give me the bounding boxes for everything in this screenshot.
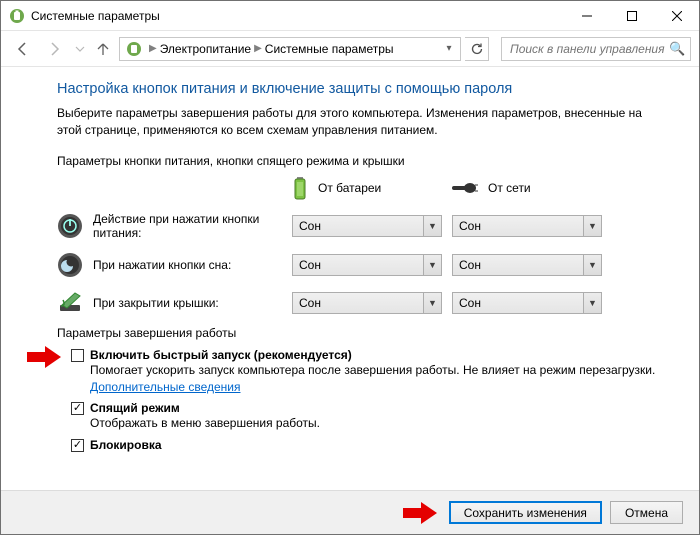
breadcrumb-item[interactable]: Электропитание bbox=[160, 42, 251, 56]
chevron-right-icon[interactable]: ▶ bbox=[254, 43, 262, 54]
checkbox-lock[interactable]: ✓ bbox=[71, 439, 84, 452]
forward-button[interactable] bbox=[41, 35, 69, 63]
checkbox-sleep[interactable]: ✓ bbox=[71, 402, 84, 415]
save-button[interactable]: Сохранить изменения bbox=[449, 501, 602, 524]
content-area: Настройка кнопок питания и включение защ… bbox=[1, 67, 699, 452]
power-button-icon bbox=[57, 213, 83, 239]
sleep-button-icon bbox=[57, 252, 83, 278]
option-label: Включить быстрый запуск (рекомендуется) bbox=[90, 348, 352, 362]
chevron-down-icon[interactable]: ▾ bbox=[440, 43, 458, 54]
option-label: Спящий режим bbox=[90, 401, 180, 415]
highlight-arrow-icon bbox=[27, 346, 61, 368]
combo-sleep-battery[interactable]: Сон▼ bbox=[292, 254, 442, 276]
chevron-down-icon: ▼ bbox=[583, 255, 601, 275]
search-icon[interactable]: 🔍 bbox=[669, 41, 685, 57]
combo-sleep-ac[interactable]: Сон▼ bbox=[452, 254, 602, 276]
combo-lid-ac[interactable]: Сон▼ bbox=[452, 292, 602, 314]
highlight-arrow-icon bbox=[403, 502, 437, 524]
learn-more-link[interactable]: Дополнительные сведения bbox=[90, 380, 240, 394]
cancel-button[interactable]: Отмена bbox=[610, 501, 683, 524]
maximize-button[interactable] bbox=[609, 1, 654, 31]
laptop-lid-icon bbox=[57, 290, 83, 316]
titlebar: Системные параметры bbox=[1, 1, 699, 31]
chevron-down-icon: ▼ bbox=[423, 293, 441, 313]
combo-power-battery[interactable]: Сон▼ bbox=[292, 215, 442, 237]
page-heading: Настройка кнопок питания и включение защ… bbox=[57, 81, 667, 97]
combo-lid-battery[interactable]: Сон▼ bbox=[292, 292, 442, 314]
page-description: Выберите параметры завершения работы для… bbox=[57, 105, 667, 140]
refresh-button[interactable] bbox=[465, 37, 489, 61]
search-input[interactable] bbox=[508, 41, 669, 57]
chevron-right-icon[interactable]: ▶ bbox=[149, 43, 157, 54]
column-header-battery: От батареи bbox=[292, 176, 452, 200]
navbar: ▶ Электропитание ▶ Системные параметры ▾… bbox=[1, 31, 699, 67]
power-options-icon bbox=[9, 8, 25, 24]
row-label-text: При закрытии крышки: bbox=[93, 296, 219, 310]
recent-dropdown[interactable] bbox=[73, 35, 87, 63]
back-button[interactable] bbox=[9, 35, 37, 63]
option-label: Блокировка bbox=[90, 438, 162, 452]
row-power-button: Действие при нажатии кнопки питания: bbox=[57, 212, 292, 240]
option-fast-startup: Включить быстрый запуск (рекомендуется) … bbox=[71, 348, 667, 396]
column-label: От сети bbox=[488, 181, 531, 195]
plug-icon bbox=[452, 181, 478, 195]
row-label-text: Действие при нажатии кнопки питания: bbox=[93, 212, 292, 240]
option-lock: ✓ Блокировка bbox=[71, 438, 667, 452]
power-settings-grid: От батареи От сети Действие при нажатии … bbox=[57, 176, 667, 316]
column-header-ac: От сети bbox=[452, 181, 612, 195]
chevron-down-icon: ▼ bbox=[423, 255, 441, 275]
option-description: Помогает ускорить запуск компьютера посл… bbox=[90, 362, 667, 396]
row-lid-close: При закрытии крышки: bbox=[57, 290, 292, 316]
column-label: От батареи bbox=[318, 181, 381, 195]
combo-power-ac[interactable]: Сон▼ bbox=[452, 215, 602, 237]
breadcrumb[interactable]: ▶ Электропитание ▶ Системные параметры ▾ bbox=[119, 37, 461, 61]
shutdown-section: Параметры завершения работы Включить быс… bbox=[57, 326, 667, 452]
option-sleep: ✓ Спящий режим Отображать в меню заверше… bbox=[71, 401, 667, 432]
chevron-down-icon: ▼ bbox=[583, 216, 601, 236]
checkbox-fast-startup[interactable] bbox=[71, 349, 84, 362]
search-box[interactable]: 🔍 bbox=[501, 37, 691, 61]
window-title: Системные параметры bbox=[31, 9, 564, 23]
close-button[interactable] bbox=[654, 1, 699, 31]
chevron-down-icon: ▼ bbox=[423, 216, 441, 236]
footer: Сохранить изменения Отмена bbox=[1, 490, 699, 534]
section-title-buttons: Параметры кнопки питания, кнопки спящего… bbox=[57, 154, 667, 168]
up-button[interactable] bbox=[91, 35, 115, 63]
option-description: Отображать в меню завершения работы. bbox=[90, 415, 667, 432]
battery-icon bbox=[292, 176, 308, 200]
section-title-shutdown: Параметры завершения работы bbox=[57, 326, 667, 340]
minimize-button[interactable] bbox=[564, 1, 609, 31]
breadcrumb-item[interactable]: Системные параметры bbox=[265, 42, 394, 56]
chevron-down-icon: ▼ bbox=[583, 293, 601, 313]
row-sleep-button: При нажатии кнопки сна: bbox=[57, 252, 292, 278]
row-label-text: При нажатии кнопки сна: bbox=[93, 258, 231, 272]
power-options-icon bbox=[126, 41, 142, 57]
